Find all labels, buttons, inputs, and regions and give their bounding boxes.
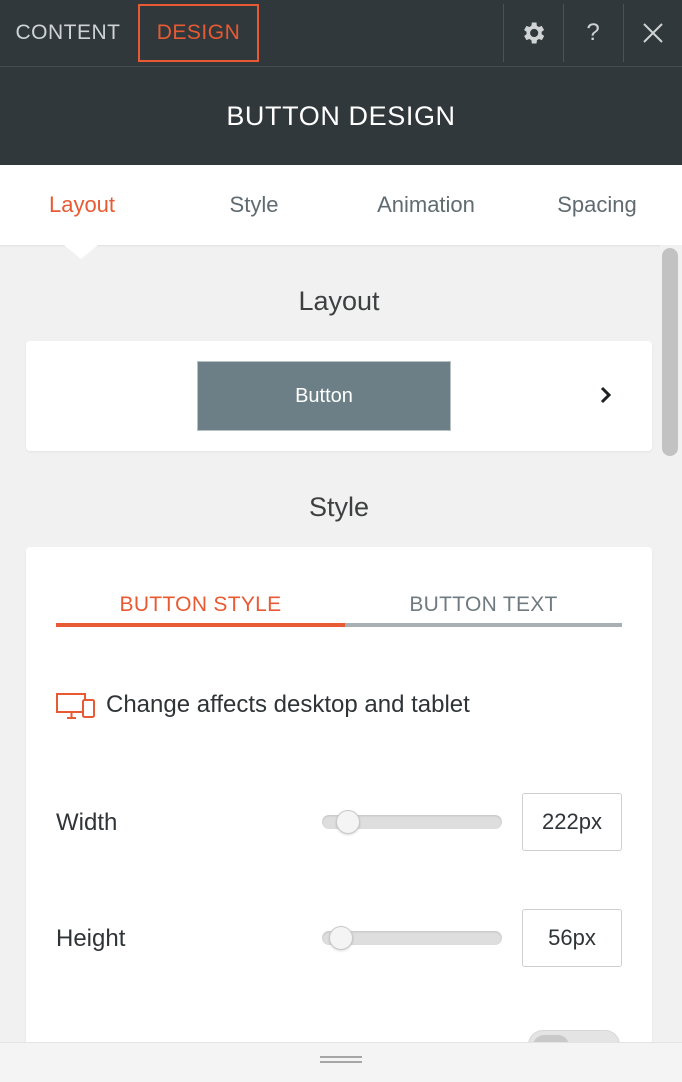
width-slider-handle[interactable] bbox=[336, 810, 360, 834]
width-slider[interactable] bbox=[322, 810, 502, 834]
close-button[interactable] bbox=[623, 4, 682, 62]
bottom-bar bbox=[0, 1042, 682, 1082]
height-slider[interactable] bbox=[322, 926, 502, 950]
width-input[interactable]: 222px bbox=[522, 793, 622, 851]
style-section-title: Style bbox=[308, 492, 370, 522]
subtab-animation[interactable]: Animation bbox=[340, 165, 512, 245]
device-scope-note: Change affects desktop and tablet bbox=[106, 691, 470, 718]
tab-button-text-underline bbox=[345, 623, 622, 627]
tab-content[interactable]: CONTENT bbox=[0, 4, 136, 62]
scrollbar-thumb[interactable] bbox=[662, 248, 678, 456]
tab-button-style[interactable]: BUTTON STYLE bbox=[56, 583, 345, 627]
tab-design[interactable]: DESIGN bbox=[138, 4, 259, 62]
gear-icon bbox=[524, 22, 545, 44]
tab-button-text[interactable]: BUTTON TEXT bbox=[345, 583, 622, 627]
button-preview[interactable]: Button bbox=[197, 361, 451, 431]
style-card: BUTTON STYLE BUTTON TEXT Change affects … bbox=[26, 547, 652, 1060]
top-bar: CONTENT DESIGN ? bbox=[0, 0, 682, 66]
active-tab-caret bbox=[64, 245, 98, 259]
subtab-spacing[interactable]: Spacing bbox=[512, 165, 682, 245]
resize-grip-icon[interactable] bbox=[320, 1056, 362, 1066]
height-slider-handle[interactable] bbox=[329, 926, 353, 950]
panel-header: BUTTON DESIGN bbox=[0, 66, 682, 165]
height-value: 56px bbox=[548, 925, 596, 950]
chevron-right-icon[interactable] bbox=[594, 383, 618, 407]
help-button[interactable]: ? bbox=[563, 4, 622, 62]
panel-title: BUTTON DESIGN bbox=[226, 100, 456, 131]
design-subtabs: Layout Style Animation Spacing bbox=[0, 165, 682, 245]
close-icon bbox=[643, 23, 663, 43]
help-icon: ? bbox=[586, 19, 600, 46]
layout-card: Button bbox=[26, 341, 652, 451]
desktop-tablet-icon bbox=[56, 693, 95, 719]
width-value: 222px bbox=[542, 809, 602, 834]
subtab-style[interactable]: Style bbox=[168, 165, 340, 245]
settings-button[interactable] bbox=[503, 4, 562, 62]
height-label: Height bbox=[56, 925, 126, 952]
width-label: Width bbox=[56, 809, 118, 836]
height-input[interactable]: 56px bbox=[522, 909, 622, 967]
tab-button-style-underline bbox=[56, 623, 345, 627]
subtab-layout[interactable]: Layout bbox=[0, 165, 164, 245]
button-preview-label: Button bbox=[295, 384, 353, 407]
layout-section-title: Layout bbox=[298, 286, 380, 316]
